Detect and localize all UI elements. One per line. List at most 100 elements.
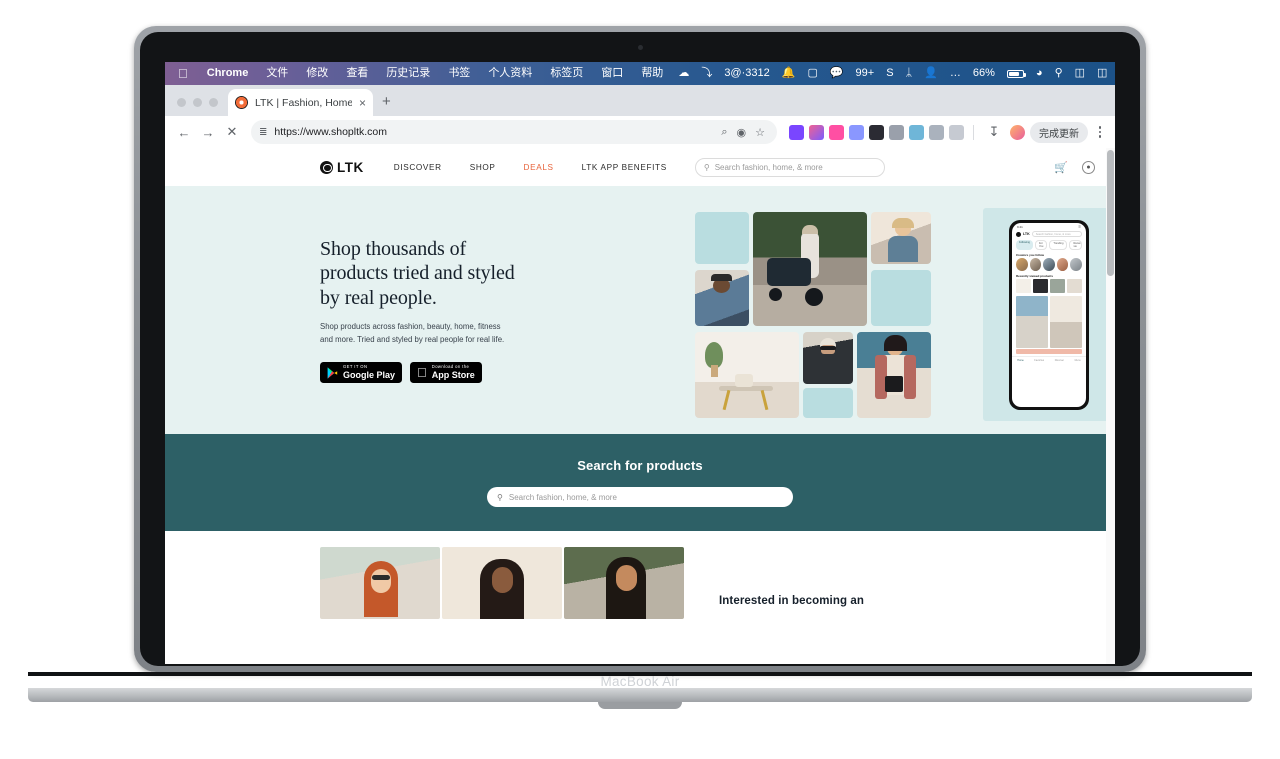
- keyboard-input-icon[interactable]: …: [944, 62, 967, 85]
- menubar-item-file[interactable]: 文件: [257, 62, 297, 85]
- hidden-eye-icon[interactable]: ◉: [737, 126, 747, 139]
- phone-creator-avatar[interactable]: [1056, 258, 1069, 271]
- menubar-item-help[interactable]: 帮助: [632, 62, 672, 85]
- bluetooth-icon[interactable]: ᛦ: [900, 62, 919, 85]
- wifi-icon[interactable]: ◕: [1030, 62, 1049, 85]
- apple-icon: : [417, 366, 427, 379]
- toolbar-divider: [973, 124, 974, 140]
- profile-avatar[interactable]: [1010, 124, 1025, 140]
- tune-icon[interactable]: ≣: [259, 127, 267, 138]
- phone-creator-avatar[interactable]: [1016, 258, 1028, 271]
- nav-item-ltk-app-benefits[interactable]: LTK APP BENEFITS: [568, 163, 681, 172]
- wechat-icon[interactable]: 💬: [824, 62, 850, 85]
- download-manager-icon[interactable]: ⤵: [695, 62, 718, 85]
- phone-tab-favorites[interactable]: Favorites: [1034, 359, 1044, 362]
- device-model-label: MacBook Air: [600, 674, 680, 689]
- account-icon[interactable]: ●: [1082, 160, 1095, 174]
- menubar-item-window[interactable]: 窗口: [592, 62, 632, 85]
- phone-product-tile[interactable]: [1050, 279, 1065, 293]
- new-tab-button[interactable]: +: [373, 93, 400, 116]
- extension-colorful-icon[interactable]: [809, 124, 824, 140]
- nav-item-shop[interactable]: SHOP: [456, 163, 510, 172]
- page-scrollbar[interactable]: [1106, 148, 1115, 664]
- tab-title: LTK | Fashion, Home, Beauty,: [255, 96, 352, 109]
- hero-section: Shop thousands of products tried and sty…: [165, 186, 1115, 434]
- search-icon: ⚲: [497, 492, 503, 502]
- app-store-badge[interactable]:  Download on the App Store: [410, 362, 482, 384]
- phone-product-tile[interactable]: [1067, 279, 1082, 293]
- menubar-item-view[interactable]: 查看: [337, 62, 377, 85]
- screen-record-icon[interactable]: ▢: [801, 62, 823, 85]
- phone-tab-home[interactable]: Home: [1017, 359, 1023, 362]
- back-icon[interactable]: ←: [173, 121, 195, 143]
- phone-tab-discover[interactable]: Discover: [1055, 359, 1064, 362]
- control-center-icon[interactable]: ◫: [1069, 62, 1091, 85]
- phone-product-tile[interactable]: [1016, 279, 1031, 293]
- header-search-input[interactable]: ⚲ Search fashion, home, & more: [694, 157, 885, 177]
- extension-notion-icon[interactable]: [789, 124, 804, 140]
- apple-menu-icon[interactable]: : [174, 62, 198, 85]
- phone-chip-for-you[interactable]: For You: [1034, 240, 1048, 250]
- phone-search-input[interactable]: Search fashion, home, & more: [1031, 231, 1082, 237]
- maximize-window-button[interactable]: [209, 98, 218, 107]
- screen-mirroring-icon[interactable]: ◫: [1091, 62, 1113, 85]
- extension-dark-icon[interactable]: [869, 124, 884, 140]
- close-window-button[interactable]: [177, 98, 186, 107]
- collage-photo-woman-coat: [803, 332, 853, 384]
- battery-percent: 66%: [963, 67, 995, 79]
- collage-photo-living-room: [695, 332, 799, 418]
- phone-creator-avatar[interactable]: [1029, 258, 1042, 271]
- browser-tab[interactable]: LTK | Fashion, Home, Beauty, ×: [228, 89, 373, 116]
- nav-item-discover[interactable]: DISCOVER: [380, 163, 456, 172]
- extension-bag-icon[interactable]: [949, 124, 964, 140]
- menubar-item-bookmarks[interactable]: 书签: [439, 62, 479, 85]
- extension-globe-icon[interactable]: [909, 124, 924, 140]
- bookmark-star-icon[interactable]: ☆: [755, 126, 765, 139]
- phone-tab-menu[interactable]: Menu: [1075, 359, 1081, 362]
- phone-chip-trending[interactable]: Trending: [1049, 240, 1068, 250]
- menubar-item-edit[interactable]: 修改: [297, 62, 337, 85]
- search-icon[interactable]: ⚲: [1049, 62, 1069, 85]
- user-account-icon[interactable]: 👤: [918, 62, 944, 85]
- phone-feed-image[interactable]: [1050, 296, 1082, 348]
- sogou-input-icon[interactable]: S: [880, 62, 899, 85]
- update-button[interactable]: 完成更新: [1030, 121, 1088, 143]
- phone-chip-following[interactable]: Following: [1016, 240, 1033, 250]
- extension-chat-icon[interactable]: [849, 124, 864, 140]
- phone-creator-avatar[interactable]: [1070, 258, 1082, 271]
- shopping-cart-icon[interactable]: 🛒: [1054, 161, 1068, 174]
- extension-triangle-icon[interactable]: [889, 124, 904, 140]
- extension-image-icon[interactable]: [929, 124, 944, 140]
- collage-tile-blank-3: [803, 388, 853, 418]
- phone-logo-text: LTK: [1023, 232, 1030, 236]
- phone-chip-recently-viewed[interactable]: Recently vie: [1069, 240, 1082, 250]
- download-counter[interactable]: 3@·3312: [718, 62, 775, 85]
- phone-feed-image[interactable]: [1016, 296, 1048, 348]
- phone-creator-avatar[interactable]: [1043, 258, 1055, 271]
- notification-bell-icon[interactable]: 🔔: [776, 62, 802, 85]
- nav-item-deals[interactable]: DEALS: [510, 163, 568, 172]
- google-play-badge[interactable]: GET IT ON Google Play: [320, 362, 403, 384]
- menubar-app-name[interactable]: Chrome: [198, 62, 258, 85]
- minimize-window-button[interactable]: [193, 98, 202, 107]
- laptop-screen:  Chrome 文件 修改 查看 历史记录 书签 个人资料 标签页 窗口 帮助…: [165, 62, 1115, 664]
- zoom-icon[interactable]: ⌕: [721, 126, 727, 139]
- battery-icon[interactable]: [1001, 69, 1030, 78]
- band-search-input[interactable]: ⚲ Search fashion, home, & more: [487, 487, 793, 507]
- window-controls[interactable]: [173, 98, 228, 116]
- scrollbar-thumb[interactable]: [1107, 150, 1114, 276]
- menubar-item-profiles[interactable]: 个人资料: [479, 62, 541, 85]
- download-icon[interactable]: ↧: [983, 121, 1005, 143]
- phone-product-tile[interactable]: [1033, 279, 1048, 293]
- menubar-item-tabs[interactable]: 标签页: [541, 62, 592, 85]
- ltk-logo[interactable]: LTK: [320, 160, 364, 175]
- extension-pink-box-icon[interactable]: [829, 124, 844, 140]
- cloud-icon[interactable]: ☁: [672, 62, 695, 85]
- menubar-item-history[interactable]: 历史记录: [377, 62, 439, 85]
- siri-icon[interactable]: ☀: [1113, 62, 1115, 85]
- kebab-menu-icon[interactable]: [1093, 126, 1107, 138]
- stop-icon[interactable]: ✕: [221, 121, 243, 143]
- address-bar[interactable]: ≣ https://www.shopltk.com ⌕ ◉ ☆: [251, 120, 777, 144]
- forward-icon[interactable]: →: [197, 121, 219, 143]
- close-icon[interactable]: ×: [359, 97, 366, 109]
